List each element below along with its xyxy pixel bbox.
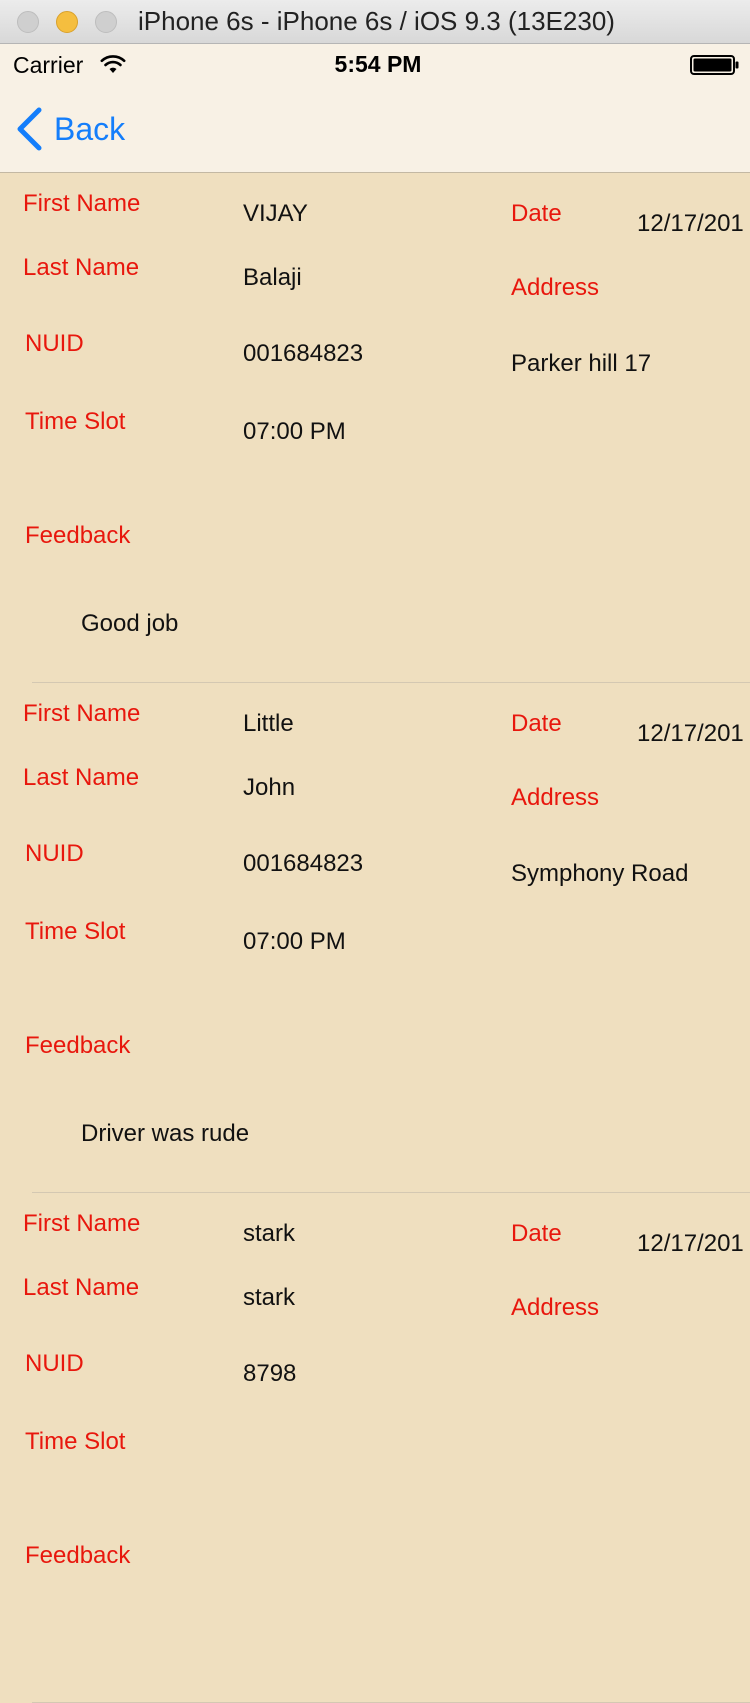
time-slot-value: 07:00 PM <box>243 418 346 445</box>
feedback-value: Driver was rude <box>81 1120 250 1147</box>
nuid-label: NUID <box>25 840 84 867</box>
feedback-list[interactable]: First Name Last Name NUID Time Slot Feed… <box>0 173 750 1703</box>
date-label: Date <box>511 200 562 227</box>
last-name-label: Last Name <box>23 764 140 791</box>
first-name-label: First Name <box>23 700 141 727</box>
window-title: iPhone 6s - iPhone 6s / iOS 9.3 (13E230) <box>138 6 615 36</box>
address-value: Symphony Road <box>511 860 689 887</box>
date-value: 12/17/201 <box>637 720 744 747</box>
time-slot-value: 07:00 PM <box>243 928 346 955</box>
last-name-value: stark <box>243 1284 296 1311</box>
address-label: Address <box>511 274 600 301</box>
feedback-label: Feedback <box>25 1542 131 1569</box>
feedback-label: Feedback <box>25 522 131 549</box>
first-name-value: VIJAY <box>243 200 308 227</box>
address-value: Parker hill 17 <box>511 350 652 377</box>
date-label: Date <box>511 710 562 737</box>
time-slot-label: Time Slot <box>25 408 126 435</box>
nuid-value: 8798 <box>243 1360 297 1387</box>
feedback-entry[interactable]: First Name Last Name NUID Time Slot Feed… <box>0 173 750 683</box>
window-minimize-button[interactable] <box>56 11 78 33</box>
feedback-entry[interactable]: First Name Last Name NUID Time Slot Feed… <box>0 1193 750 1703</box>
feedback-label: Feedback <box>25 1032 131 1059</box>
back-button[interactable]: Back <box>14 106 125 152</box>
last-name-value: John <box>243 774 296 801</box>
date-value: 12/17/201 <box>637 1230 744 1257</box>
date-label: Date <box>511 1220 562 1247</box>
first-name-value: stark <box>243 1220 296 1247</box>
feedback-value: Good job <box>81 610 179 637</box>
nuid-value: 001684823 <box>243 340 364 367</box>
address-label: Address <box>511 1294 600 1321</box>
time-slot-label: Time Slot <box>25 918 126 945</box>
feedback-entry[interactable]: First Name Last Name NUID Time Slot Feed… <box>0 683 750 1193</box>
nuid-label: NUID <box>25 1350 84 1377</box>
date-value: 12/17/201 <box>637 210 744 237</box>
last-name-label: Last Name <box>23 1274 140 1301</box>
navigation-bar: Carrier 5:54 PM Back <box>0 44 750 173</box>
time-slot-label: Time Slot <box>25 1428 126 1455</box>
first-name-value: Little <box>243 710 294 737</box>
nuid-label: NUID <box>25 330 84 357</box>
battery-icon <box>690 55 739 75</box>
last-name-label: Last Name <box>23 254 140 281</box>
status-time: 5:54 PM <box>334 51 422 77</box>
first-name-label: First Name <box>23 1210 141 1237</box>
window-close-button[interactable] <box>17 11 39 33</box>
chevron-left-icon <box>17 107 42 151</box>
window-zoom-button[interactable] <box>95 11 117 33</box>
simulator-title-bar: iPhone 6s - iPhone 6s / iOS 9.3 (13E230) <box>0 0 750 44</box>
back-button-label: Back <box>54 110 126 147</box>
first-name-label: First Name <box>23 190 141 217</box>
address-label: Address <box>511 784 600 811</box>
nuid-value: 001684823 <box>243 850 364 877</box>
last-name-value: Balaji <box>243 264 302 291</box>
